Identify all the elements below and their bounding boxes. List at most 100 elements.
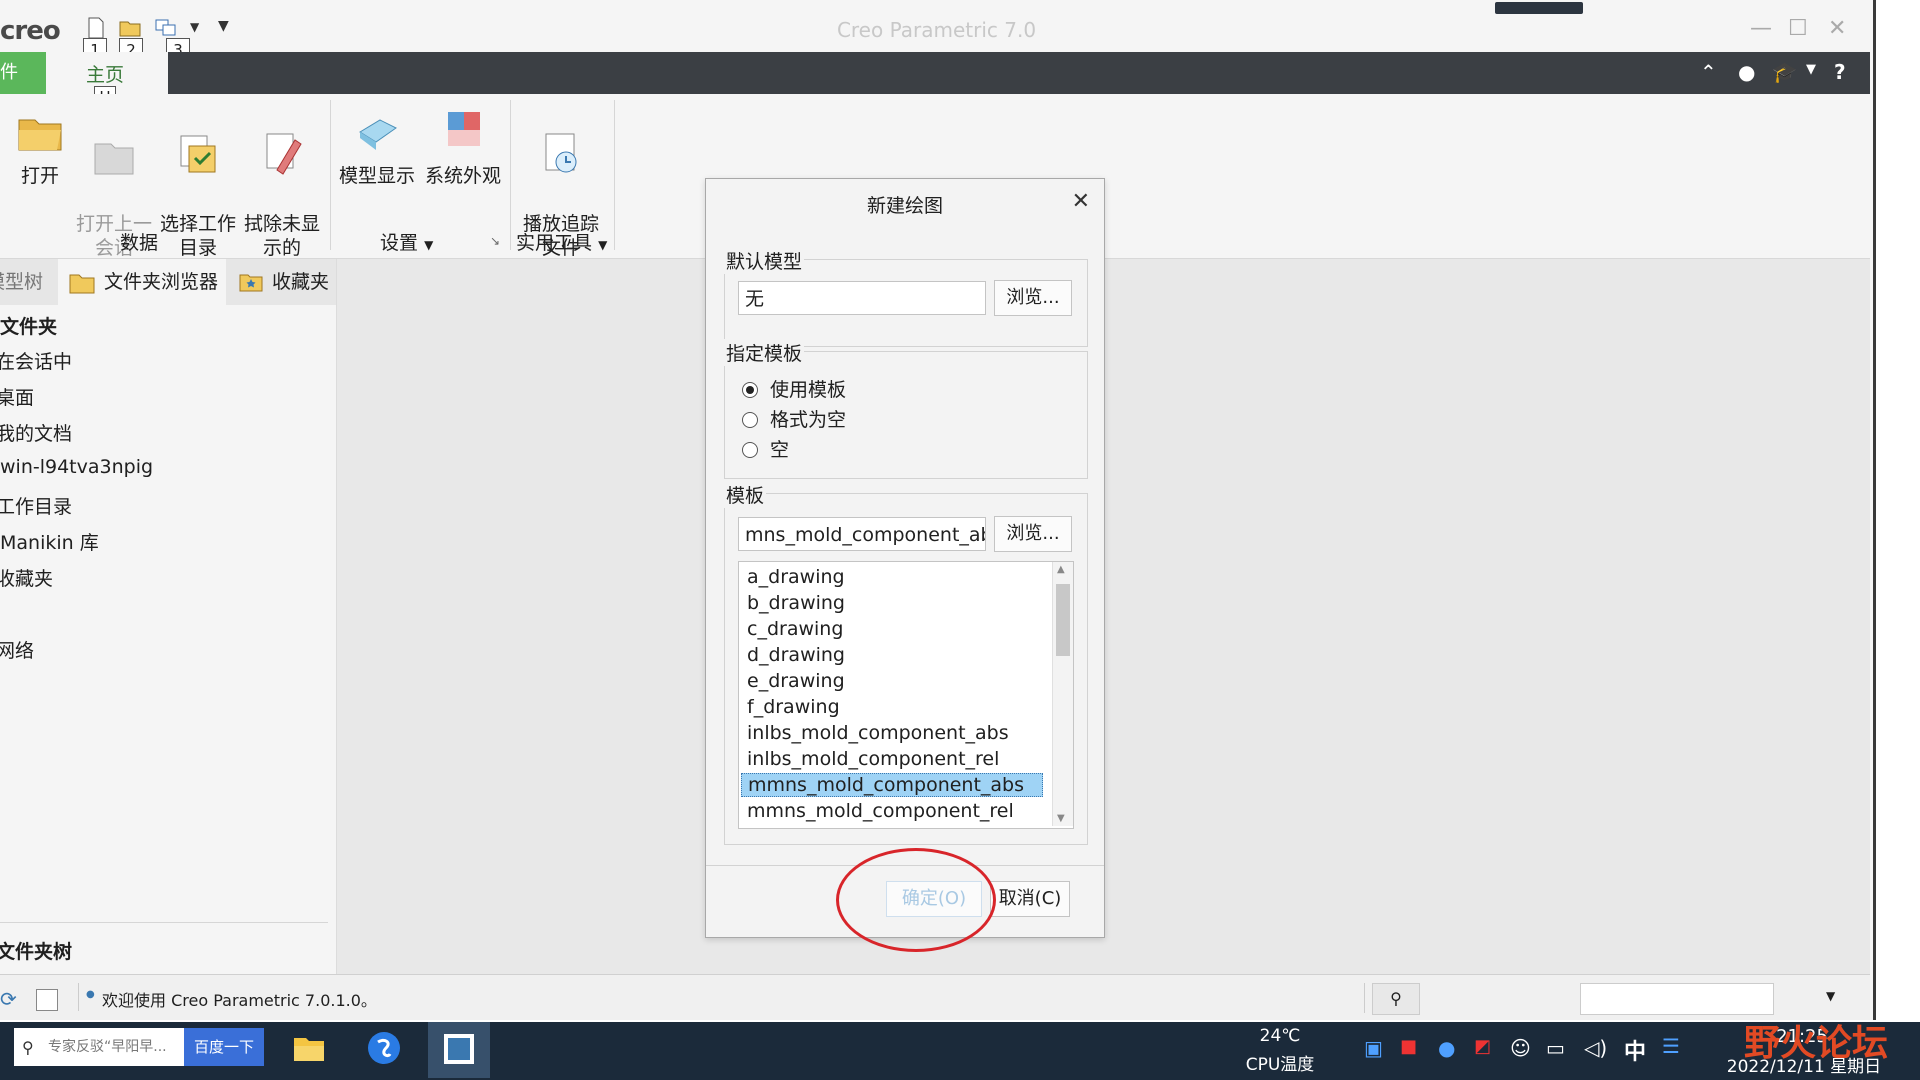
volume-icon[interactable]: ◁) <box>1584 1036 1607 1060</box>
taskbar-search-input[interactable]: 专家反驳“早阳早... <box>14 1028 184 1066</box>
maximize-button[interactable]: ☐ <box>1788 16 1808 41</box>
group-utilities-text: 实用工具 <box>516 232 593 254</box>
creo-taskbar-button[interactable] <box>428 1022 490 1078</box>
system-appearance-label: 系统外观 <box>424 165 501 187</box>
list-item[interactable]: e_drawing <box>747 670 845 692</box>
tab-folder-browser-label: 文件夹浏览器 <box>104 271 219 293</box>
amd-tray-icon[interactable]: ◩ <box>1474 1036 1491 1057</box>
creo-app-icon <box>444 1034 474 1064</box>
radio-empty-with-format[interactable]: 格式为空 <box>742 405 846 432</box>
model-display-button[interactable]: 模型显示 <box>336 102 418 188</box>
sogou-browser-icon[interactable] <box>366 1030 402 1066</box>
group-utilities-label[interactable]: 实用工具 ▼ <box>516 228 607 255</box>
select-working-dir-button[interactable]: 选择工作 目录 <box>158 102 238 260</box>
chevron-down-icon[interactable]: ▼ <box>1806 62 1816 77</box>
tab-model-tree[interactable]: 模型树 <box>0 259 56 305</box>
radio-use-template[interactable]: 使用模板 <box>742 375 846 402</box>
divider <box>1364 983 1365 1013</box>
template-input[interactable]: mns_mold_component_abs <box>738 517 986 551</box>
tab-folder-browser[interactable]: 文件夹浏览器 <box>58 259 226 305</box>
network-tray-icon[interactable]: ▭ <box>1546 1036 1565 1060</box>
navigator-toggle-icon[interactable]: ⟳ <box>0 987 17 1011</box>
nav-item-my-documents[interactable]: 我的文档 <box>0 419 72 446</box>
nav-item-computer[interactable]: win-l94tva3npig <box>0 456 153 478</box>
list-item[interactable]: d_drawing <box>747 644 845 666</box>
scroll-down-icon[interactable]: ▼ <box>1057 813 1065 824</box>
cpu-temp-label: CPU温度 <box>1245 1055 1315 1075</box>
template-spec-legend: 指定模板 <box>724 339 805 366</box>
file-tab[interactable]: 件 <box>0 52 46 94</box>
template-list[interactable]: a_drawing b_drawing c_drawing d_drawing … <box>738 561 1074 829</box>
list-item[interactable]: a_drawing <box>747 566 845 588</box>
radio-empty[interactable]: 空 <box>742 435 789 462</box>
nav-item-in-session[interactable]: 在会话中 <box>0 347 72 374</box>
select-working-dir-label: 选择工作 目录 <box>159 213 236 259</box>
navigator-tabs: 模型树 文件夹浏览器 收藏夹 <box>0 259 336 305</box>
ime-mode[interactable]: 中 <box>1624 1034 1646 1066</box>
learning-icon[interactable]: 🎓 <box>1772 60 1797 84</box>
dialog-launcher-icon[interactable]: ↘ <box>490 234 500 248</box>
sogou-tray-icon[interactable]: ● <box>1438 1036 1455 1060</box>
list-item[interactable]: f_drawing <box>747 696 840 718</box>
taskbar-search-button[interactable]: 百度一下 <box>184 1028 264 1066</box>
list-item-selected[interactable]: mmns_mold_component_abs <box>741 773 1043 797</box>
scroll-thumb[interactable] <box>1056 584 1070 656</box>
default-model-input[interactable]: 无 <box>738 281 986 315</box>
scroll-up-icon[interactable]: ▲ <box>1057 564 1065 575</box>
folder-tree-title[interactable]: 文件夹树 <box>0 937 72 964</box>
list-item[interactable]: mmns_mold_component_rel <box>747 800 1014 822</box>
floating-toolbar[interactable] <box>1495 2 1583 14</box>
user-tray-icon[interactable]: ☺ <box>1510 1036 1531 1060</box>
solidworks-tray-icon[interactable]: ■ <box>1400 1036 1417 1057</box>
ime-tray-icon[interactable]: ▣ <box>1364 1036 1383 1060</box>
search-icon: ⚲ <box>22 1038 34 1057</box>
dialog-close-button[interactable]: ✕ <box>1072 189 1090 214</box>
erase-icon <box>266 133 302 175</box>
input-method-icon[interactable]: ☰ <box>1662 1034 1680 1058</box>
selection-filter-dropdown[interactable] <box>1580 983 1774 1015</box>
radio-use-template-label: 使用模板 <box>770 379 847 401</box>
erase-not-displayed-button[interactable]: 拭除未显 示的 <box>242 102 322 260</box>
help-icon[interactable]: ? <box>1834 60 1846 84</box>
divider <box>78 983 79 1011</box>
tab-favorites[interactable]: 收藏夹 <box>230 259 336 305</box>
navigator-panel: 模型树 文件夹浏览器 收藏夹 文件夹 在会话中 桌面 我的文档 win-l94t… <box>0 259 337 974</box>
list-item[interactable]: c_drawing <box>747 618 843 640</box>
nav-item-manikin-library[interactable]: Manikin 库 <box>0 528 99 555</box>
system-appearance-button[interactable]: 系统外观 <box>422 102 504 188</box>
system-appearance-icon <box>448 112 480 146</box>
collapse-ribbon-icon[interactable]: ⌃ <box>1700 60 1717 84</box>
file-explorer-icon[interactable] <box>292 1032 326 1064</box>
annotation-circle <box>836 848 996 952</box>
group-separator <box>614 100 615 250</box>
taskbar: ⚲ 专家反驳“早阳早... 百度一下 24℃ CPU温度 ▣ ■ ● ◩ ☺ ▭… <box>0 1022 1920 1080</box>
list-item[interactable]: b_drawing <box>747 592 845 614</box>
nav-item-favorites[interactable]: 收藏夹 <box>0 564 53 591</box>
cancel-button[interactable]: 取消(C) <box>990 881 1070 917</box>
minimize-button[interactable]: — <box>1750 16 1772 41</box>
chevron-down-icon[interactable]: ▼ <box>1826 989 1835 1003</box>
close-window-button[interactable]: ✕ <box>1828 16 1846 41</box>
nav-item-desktop[interactable]: 桌面 <box>0 383 34 410</box>
default-model-browse-button[interactable]: 浏览... <box>994 280 1072 316</box>
nav-item-working-dir[interactable]: 工作目录 <box>0 492 72 519</box>
radio-dot <box>742 412 758 428</box>
tab-home[interactable]: 主页 H <box>46 52 168 108</box>
browser-toggle-icon[interactable] <box>36 989 58 1011</box>
model-display-label: 模型显示 <box>338 165 415 187</box>
group-settings-text: 设置 <box>380 232 419 254</box>
open-folder-icon <box>18 119 62 151</box>
list-item[interactable]: inlbs_mold_component_rel <box>747 748 999 770</box>
dialog-title: 新建绘图 <box>866 195 943 217</box>
user-icon[interactable]: ● <box>1738 60 1755 84</box>
status-bar: ⟳ ● 欢迎使用 Creo Parametric 7.0.1.0。 ⚲ ▼ <box>0 974 1870 1020</box>
find-icon[interactable]: ⚲ <box>1372 983 1420 1015</box>
radio-empty-label: 空 <box>770 439 790 461</box>
list-scrollbar[interactable]: ▲ ▼ <box>1052 562 1073 826</box>
template-browse-button[interactable]: 浏览... <box>994 516 1072 552</box>
open-button[interactable]: 打开 <box>10 102 70 188</box>
group-settings-label[interactable]: 设置 ▼ <box>380 228 433 255</box>
nav-item-network[interactable]: 网络 <box>0 636 34 663</box>
list-item[interactable]: inlbs_mold_component_abs <box>747 722 1009 744</box>
model-display-icon <box>359 119 397 150</box>
